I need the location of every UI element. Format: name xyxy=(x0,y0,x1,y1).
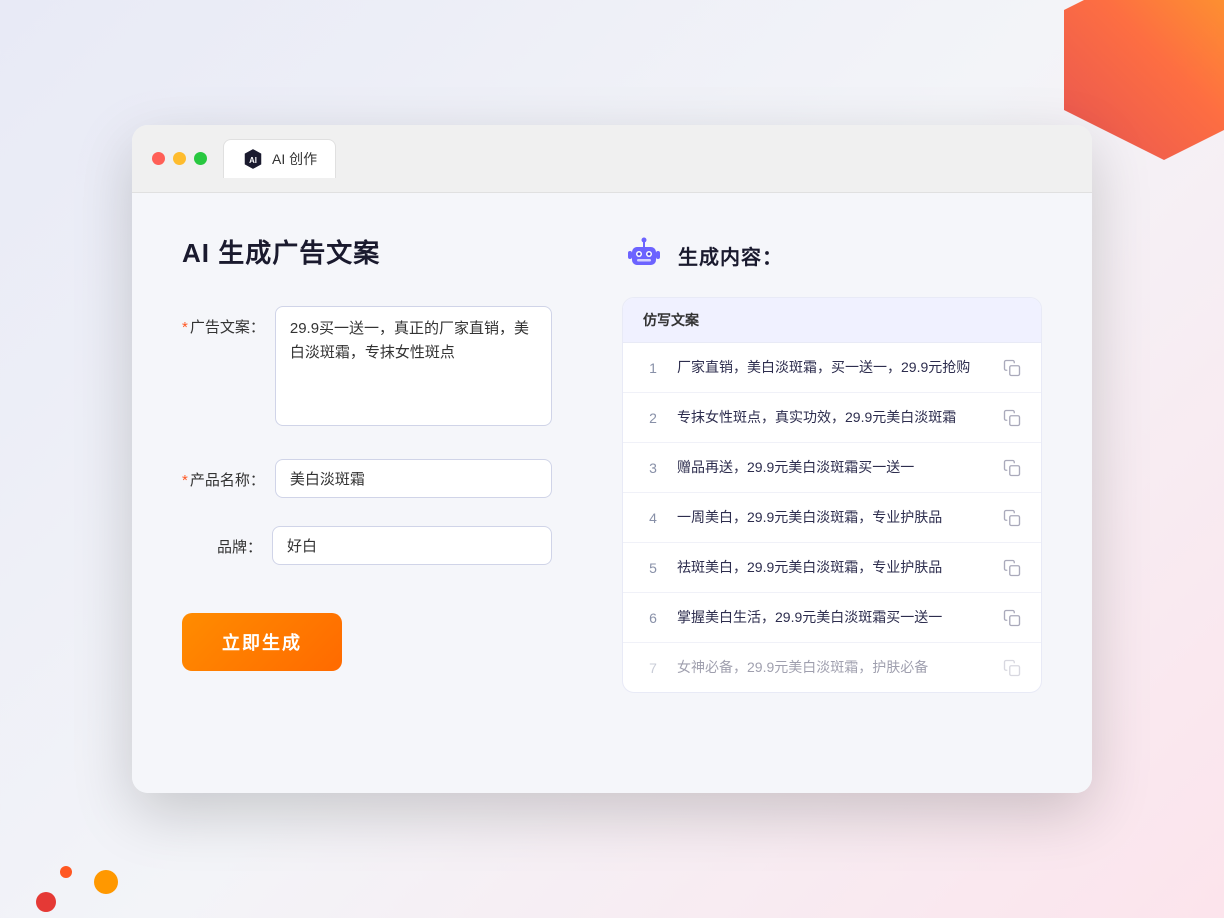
product-name-label: *产品名称： xyxy=(182,459,265,490)
ad-copy-group: *广告文案： xyxy=(182,306,552,431)
list-item: 2 专抹女性斑点，真实功效，29.9元美白淡斑霜 xyxy=(623,393,1041,443)
browser-window: AI AI 创作 AI 生成广告文案 *广告文案： *产品名称： xyxy=(132,125,1092,793)
ai-icon: AI xyxy=(242,148,264,170)
copy-icon[interactable] xyxy=(1003,559,1021,577)
maximize-button[interactable] xyxy=(194,152,207,165)
ai-tab[interactable]: AI AI 创作 xyxy=(223,139,336,178)
list-item: 3 赠品再送，29.9元美白淡斑霜买一送一 xyxy=(623,443,1041,493)
brand-input[interactable] xyxy=(272,526,552,565)
row-number: 3 xyxy=(643,460,663,476)
row-text: 专抹女性斑点，真实功效，29.9元美白淡斑霜 xyxy=(677,407,989,428)
required-mark-1: * xyxy=(182,319,188,336)
product-name-wrapper xyxy=(275,459,552,498)
page-title: AI 生成广告文案 xyxy=(182,233,552,270)
row-number: 4 xyxy=(643,510,663,526)
result-column-header: 仿写文案 xyxy=(623,298,1041,343)
title-bar: AI AI 创作 xyxy=(132,125,1092,193)
left-panel: AI 生成广告文案 *广告文案： *产品名称： xyxy=(182,233,602,753)
list-item: 4 一周美白，29.9元美白淡斑霜，专业护肤品 xyxy=(623,493,1041,543)
brand-label: 品牌： xyxy=(182,526,262,557)
close-button[interactable] xyxy=(152,152,165,165)
copy-icon[interactable] xyxy=(1003,609,1021,627)
submit-button[interactable]: 立即生成 xyxy=(182,613,342,671)
window-controls xyxy=(152,152,207,165)
copy-icon[interactable] xyxy=(1003,409,1021,427)
copy-icon[interactable] xyxy=(1003,459,1021,477)
list-item: 1 厂家直销，美白淡斑霜，买一送一，29.9元抢购 xyxy=(623,343,1041,393)
row-text: 一周美白，29.9元美白淡斑霜，专业护肤品 xyxy=(677,507,989,528)
row-text: 祛斑美白，29.9元美白淡斑霜，专业护肤品 xyxy=(677,557,989,578)
product-name-group: *产品名称： xyxy=(182,459,552,498)
ad-copy-input[interactable] xyxy=(275,306,552,426)
required-mark-2: * xyxy=(182,472,188,489)
brand-group: 品牌： xyxy=(182,526,552,565)
result-title: 生成内容： xyxy=(678,241,783,270)
row-number: 7 xyxy=(643,660,663,676)
list-item: 5 祛斑美白，29.9元美白淡斑霜，专业护肤品 xyxy=(623,543,1041,593)
result-rows: 1 厂家直销，美白淡斑霜，买一送一，29.9元抢购 2 专抹女性斑点，真实功效，29… xyxy=(623,343,1041,692)
row-text: 女神必备，29.9元美白淡斑霜，护肤必备 xyxy=(677,657,989,678)
row-text: 赠品再送，29.9元美白淡斑霜买一送一 xyxy=(677,457,989,478)
robot-icon xyxy=(622,233,666,277)
brand-wrapper xyxy=(272,526,552,565)
row-number: 5 xyxy=(643,560,663,576)
main-content: AI 生成广告文案 *广告文案： *产品名称： xyxy=(132,193,1092,793)
svg-text:AI: AI xyxy=(249,156,257,165)
right-panel: 生成内容： 仿写文案 1 厂家直销，美白淡斑霜，买一送一，29.9元抢购 2 专抹女… xyxy=(602,233,1042,753)
row-text: 掌握美白生活，29.9元美白淡斑霜买一送一 xyxy=(677,607,989,628)
row-number: 2 xyxy=(643,410,663,426)
product-name-input[interactable] xyxy=(275,459,552,498)
minimize-button[interactable] xyxy=(173,152,186,165)
row-number: 1 xyxy=(643,360,663,376)
result-table: 仿写文案 1 厂家直销，美白淡斑霜，买一送一，29.9元抢购 2 专抹女性斑点，真实… xyxy=(622,297,1042,693)
copy-icon[interactable] xyxy=(1003,509,1021,527)
list-item: 7 女神必备，29.9元美白淡斑霜，护肤必备 xyxy=(623,643,1041,692)
row-text: 厂家直销，美白淡斑霜，买一送一，29.9元抢购 xyxy=(677,357,989,378)
tab-label: AI 创作 xyxy=(272,149,317,169)
copy-icon[interactable] xyxy=(1003,359,1021,377)
list-item: 6 掌握美白生活，29.9元美白淡斑霜买一送一 xyxy=(623,593,1041,643)
result-header: 生成内容： xyxy=(622,233,1042,277)
row-number: 6 xyxy=(643,610,663,626)
ad-copy-label: *广告文案： xyxy=(182,306,265,337)
ad-copy-wrapper xyxy=(275,306,552,431)
copy-icon[interactable] xyxy=(1003,659,1021,677)
